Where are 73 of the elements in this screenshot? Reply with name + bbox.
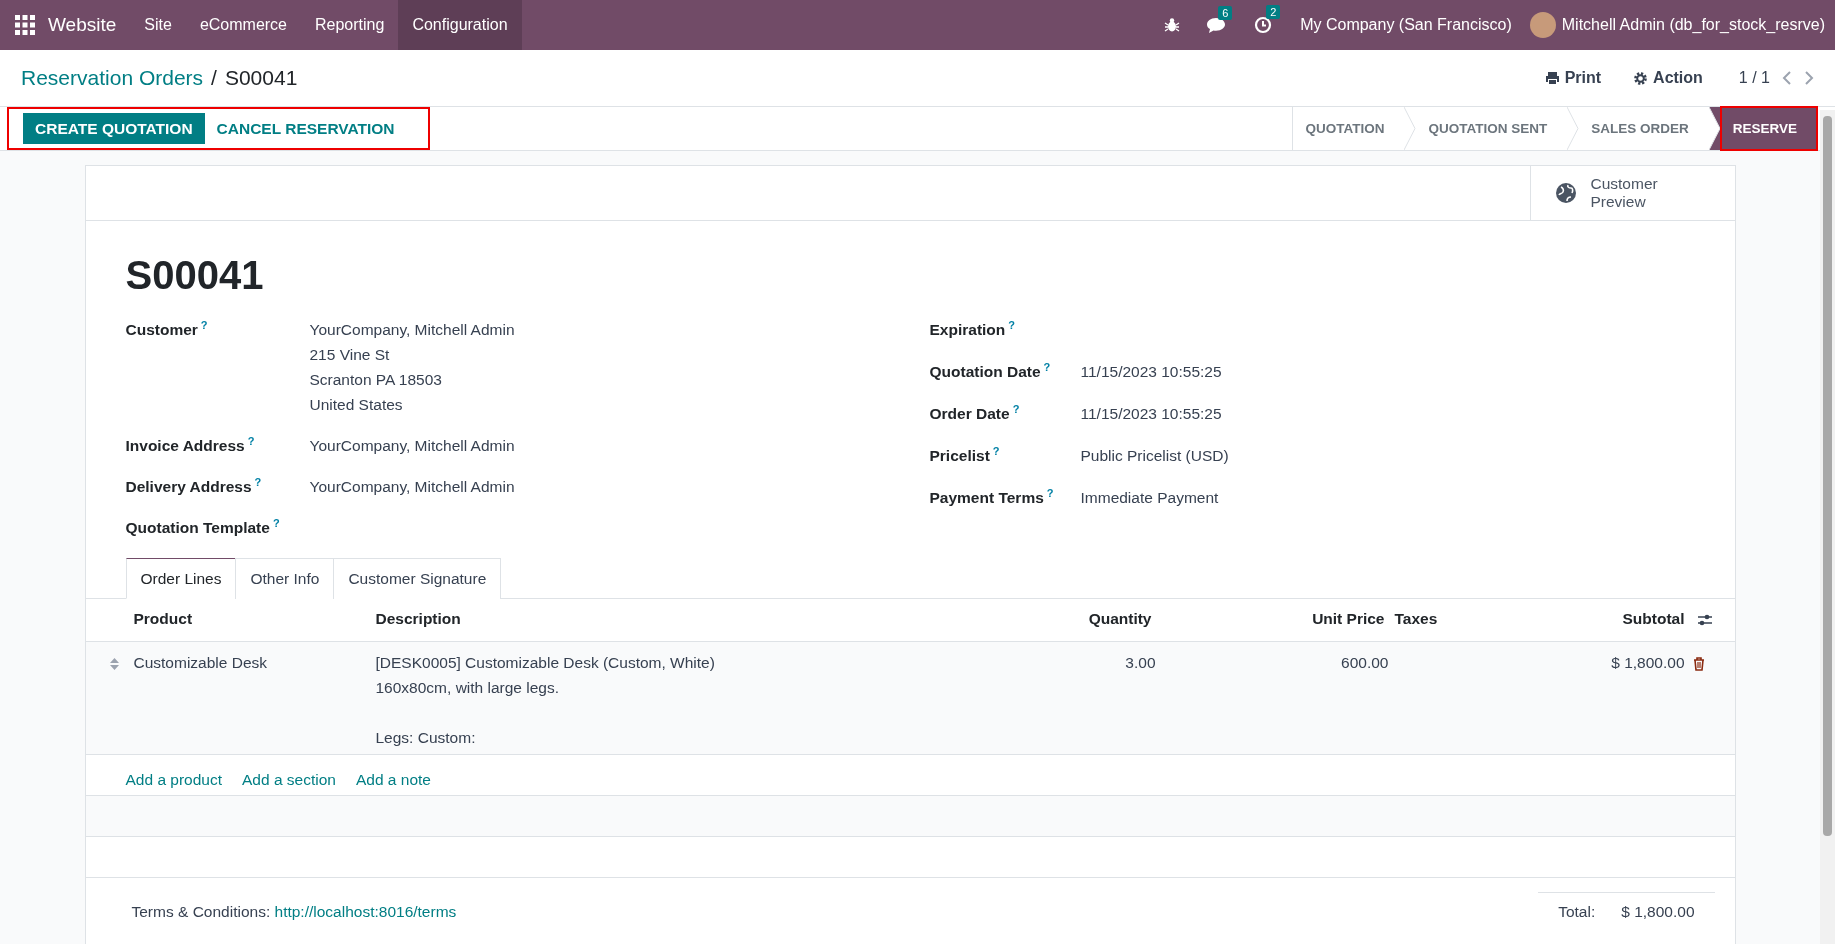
add-line-link[interactable]: Add a section xyxy=(242,765,336,795)
field-label: Quotation Date $^{?}$ xyxy=(929,360,1052,382)
gear-icon xyxy=(1633,70,1649,86)
field-value[interactable]: YourCompany, Mitchell Admin xyxy=(309,433,930,458)
field-value[interactable]: 11/15/2023 10:55:25 xyxy=(1080,359,1735,384)
breadcrumb-link[interactable]: Reservation Orders xyxy=(21,66,204,90)
table-cell-text: Customizable Desk xyxy=(132,653,269,673)
column-header[interactable]: Product xyxy=(127,599,370,639)
menu-item[interactable]: Site xyxy=(130,0,186,50)
column-header[interactable]: Description xyxy=(369,599,1042,639)
count-badge: 6 xyxy=(1218,5,1233,20)
user-menu[interactable]: Mitchell Admin (db_for_stock_resrve) xyxy=(1561,16,1825,34)
add-line-link[interactable]: Add a note xyxy=(355,765,431,795)
print-button[interactable]: Print xyxy=(1538,68,1608,88)
primary-button[interactable]: CREATE QUOTATION xyxy=(23,113,205,144)
globe-icon xyxy=(1554,182,1577,204)
menu-item[interactable]: Reporting xyxy=(301,0,399,50)
scrollbar[interactable] xyxy=(1820,110,1835,944)
total-label: Total: xyxy=(1558,903,1596,921)
field-label: Quotation Template $^{?}$ xyxy=(125,516,281,538)
field-value[interactable]: Immediate Payment xyxy=(1080,485,1735,510)
secondary-button[interactable]: CANCEL RESERVATION xyxy=(204,113,407,144)
field-label: Invoice Address $^{?}$ xyxy=(125,434,256,456)
status-stage[interactable]: RESERVE xyxy=(1720,107,1817,150)
company-switcher[interactable]: My Company (San Francisco) xyxy=(1300,16,1512,34)
field-value[interactable]: YourCompany, Mitchell Admin xyxy=(309,474,930,499)
table-cell-text: [DESK0005] Customizable Desk (Custom, White) 160x80cm, with large legs. Legs: Custom: xyxy=(374,653,716,748)
menu-item[interactable]: Configuration xyxy=(398,0,522,50)
notebook-tab[interactable]: Customer Signature xyxy=(333,558,502,599)
table-cell-text: $ 1,800.00 xyxy=(1610,653,1685,673)
count-badge: 2 xyxy=(1266,5,1281,19)
field-value[interactable]: YourCompany, Mitchell Admin xyxy=(309,317,930,342)
pager-counter: 1 / 1 xyxy=(1738,69,1770,87)
record-name: S00041 xyxy=(224,66,298,90)
drag-handle-icon[interactable] xyxy=(109,658,119,670)
column-settings-icon[interactable] xyxy=(1696,613,1713,627)
column-header[interactable]: Unit Price xyxy=(1161,599,1395,639)
printer-icon xyxy=(1544,71,1560,85)
table-cell-text: 600.00 xyxy=(1340,653,1390,673)
menu-item[interactable]: eCommerce xyxy=(185,0,301,50)
previous-icon[interactable] xyxy=(1782,71,1792,85)
bug-icon[interactable] xyxy=(1164,17,1181,33)
field-label: Expiration $^{?}$ xyxy=(929,318,1017,340)
field-value[interactable]: Scranton PA 18503 xyxy=(309,367,930,392)
total-amount: $ 1,800.00 xyxy=(1621,903,1695,921)
column-header[interactable]: Taxes xyxy=(1394,599,1505,639)
chat-icon xyxy=(1206,16,1227,34)
notebook-tab[interactable]: Other Info xyxy=(235,558,335,599)
column-header[interactable]: Quantity xyxy=(1041,599,1162,639)
field-label: Pricelist $^{?}$ xyxy=(929,444,1001,466)
field-value[interactable]: 215 Vine St xyxy=(309,342,930,367)
terms-text: Terms & Conditions: http://localhost:8016/terms xyxy=(131,903,457,921)
field-label: Customer $^{?}$ xyxy=(125,318,209,340)
apps-grid-icon[interactable] xyxy=(14,14,36,36)
user-avatar[interactable] xyxy=(1529,12,1556,38)
field-label: Delivery Address $^{?}$ xyxy=(125,475,263,497)
field-label: Order Date $^{?}$ xyxy=(929,402,1021,424)
add-line-link[interactable]: Add a product xyxy=(125,765,222,795)
action-button[interactable]: Action xyxy=(1627,68,1709,88)
terms-link[interactable]: http://localhost:8016/terms xyxy=(274,903,457,920)
trash-icon[interactable] xyxy=(1692,657,1705,671)
table-cell-text: 3.00 xyxy=(1124,653,1157,673)
breadcrumb-separator: / xyxy=(211,66,217,90)
field-value[interactable]: Public Pricelist (USD) xyxy=(1080,443,1735,468)
next-icon[interactable] xyxy=(1804,71,1814,85)
app-name[interactable]: Website xyxy=(48,14,117,36)
column-header[interactable]: Subtotal xyxy=(1504,599,1685,639)
clock-icon xyxy=(1254,16,1273,34)
order-number: S00041 xyxy=(125,252,265,299)
field-value[interactable]: United States xyxy=(309,392,930,417)
field-label: Payment Terms $^{?}$ xyxy=(929,486,1055,508)
field-value[interactable]: 11/15/2023 10:55:25 xyxy=(1080,401,1735,426)
notebook-tab[interactable]: Order Lines xyxy=(125,558,237,599)
